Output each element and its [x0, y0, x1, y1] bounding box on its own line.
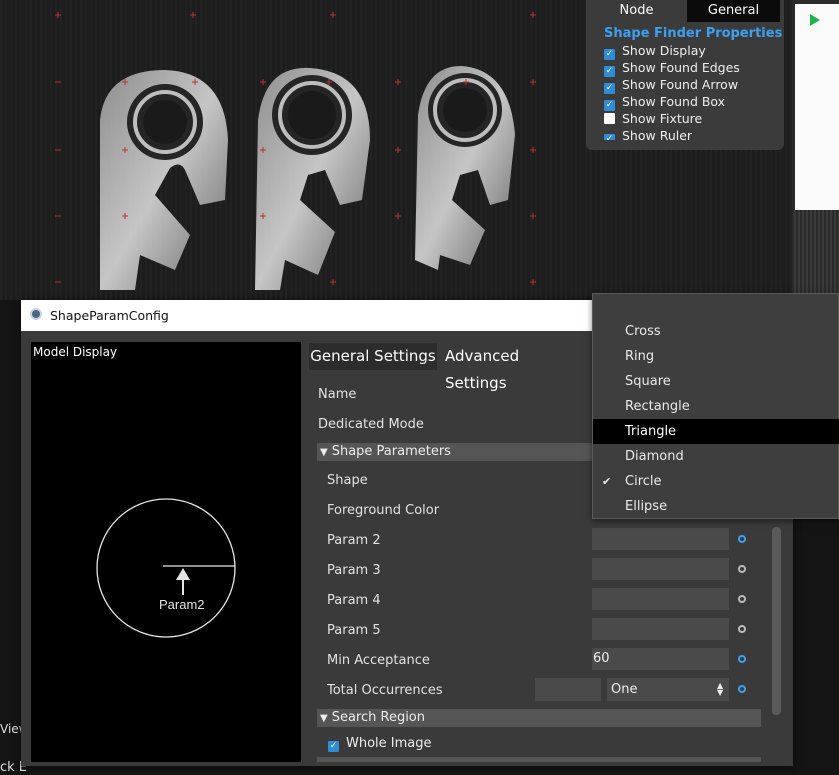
option-rectangle[interactable]: Rectangle: [593, 394, 839, 419]
option-circle[interactable]: ✔ Circle: [593, 469, 839, 494]
properties-title: Shape Finder Properties: [604, 26, 783, 41]
option-ring[interactable]: Ring: [593, 344, 839, 369]
param4-input[interactable]: [592, 588, 729, 610]
total-occurrences-label: Total Occurrences: [327, 683, 443, 698]
shape-label: Shape: [327, 473, 368, 488]
next-section-edge: [317, 757, 761, 762]
checkbox-checked-icon[interactable]: ✓: [604, 134, 615, 140]
checkbox-checked-icon[interactable]: ✓: [604, 100, 615, 111]
param4-radio[interactable]: [738, 595, 746, 603]
model-display-label: Model Display: [33, 345, 118, 359]
min-acceptance-radio[interactable]: [738, 655, 746, 663]
model-circle: [96, 498, 236, 638]
param5-input[interactable]: [592, 618, 729, 640]
show-found-edges-option[interactable]: ✓ Show Found Edges: [604, 60, 740, 77]
option-label: Show Fixture: [622, 111, 703, 126]
option-cross[interactable]: Cross: [593, 319, 839, 344]
min-acceptance-label: Min Acceptance: [327, 653, 430, 668]
foreground-color-label: Foreground Color: [327, 503, 440, 518]
tab-general-settings[interactable]: General Settings: [309, 343, 437, 370]
total-occurrences-radio[interactable]: [738, 685, 746, 693]
option-triangle[interactable]: Triangle: [593, 419, 839, 444]
param4-label: Param 4: [327, 593, 381, 608]
param5-label: Param 5: [327, 623, 381, 638]
option-label: Rectangle: [625, 399, 690, 414]
option-label: Show Found Arrow: [622, 77, 739, 92]
search-region-section[interactable]: ▼ Search Region: [317, 709, 761, 727]
dialog-title: ShapeParamConfig: [50, 308, 169, 323]
section-label: Shape Parameters: [331, 444, 451, 459]
checkmark-icon: ✔: [602, 475, 612, 488]
param2-radio[interactable]: [738, 535, 746, 543]
option-label: Ellipse: [625, 499, 668, 514]
whole-image-option[interactable]: ✓ Whole Image: [328, 736, 432, 752]
dedicated-mode-label: Dedicated Mode: [318, 417, 424, 432]
option-ellipse[interactable]: Ellipse: [593, 494, 839, 519]
total-occurrences-input[interactable]: [535, 678, 601, 701]
tab-general[interactable]: General: [687, 0, 780, 22]
app-icon: [30, 308, 42, 320]
option-label: Triangle: [625, 424, 677, 439]
model-preview: Param2: [96, 498, 236, 638]
part-3: [415, 65, 515, 270]
option-label: Diamond: [625, 449, 684, 464]
option-label: Cross: [625, 324, 661, 339]
min-acceptance-input[interactable]: 60: [592, 648, 729, 670]
expand-triangle-icon: ▼: [320, 713, 328, 724]
tab-advanced-settings[interactable]: Advanced Settings: [445, 343, 580, 392]
whole-image-label: Whole Image: [346, 736, 432, 751]
side-image-strip: [792, 210, 839, 300]
option-label: Show Display: [622, 43, 706, 58]
checkbox-checked-icon[interactable]: ✓: [604, 49, 615, 60]
option-label: Show Found Box: [622, 94, 726, 109]
option-label: Show Ruler: [622, 128, 693, 140]
total-occurrences-select[interactable]: One: [607, 678, 729, 701]
checkbox-unchecked-icon[interactable]: [604, 113, 615, 124]
show-found-arrow-option[interactable]: ✓ Show Found Arrow: [604, 77, 739, 94]
show-fixture-option[interactable]: Show Fixture: [604, 111, 702, 127]
option-square[interactable]: Square: [593, 369, 839, 394]
option-label: Ring: [625, 349, 655, 364]
option-label: Show Found Edges: [622, 60, 740, 75]
param2-label: Param2: [159, 597, 205, 612]
show-ruler-option[interactable]: ✓ Show Ruler: [604, 128, 692, 140]
option-label: Square: [625, 374, 671, 389]
param2-label: Param 2: [327, 533, 381, 548]
param2-input[interactable]: [592, 528, 729, 550]
name-label: Name: [318, 387, 357, 402]
checkbox-checked-icon[interactable]: ✓: [604, 83, 615, 94]
part-1: [100, 70, 228, 290]
option-diamond[interactable]: Diamond: [593, 444, 839, 469]
param3-radio[interactable]: [738, 565, 746, 573]
option-label: Circle: [625, 474, 662, 489]
expand-triangle-icon: ▼: [320, 447, 328, 458]
part-2: [255, 67, 370, 291]
section-label: Search Region: [331, 710, 426, 725]
play-icon[interactable]: [810, 14, 820, 26]
show-display-option[interactable]: ✓ Show Display: [604, 43, 706, 60]
param3-label: Param 3: [327, 563, 381, 578]
checkbox-checked-icon[interactable]: ✓: [328, 741, 339, 752]
select-arrows-icon: ▲ ▼: [717, 681, 724, 697]
param3-input[interactable]: [592, 558, 729, 580]
param-arrow-head: [176, 568, 190, 580]
param5-radio[interactable]: [738, 625, 746, 633]
checkbox-checked-icon[interactable]: ✓: [604, 66, 615, 77]
scrollbar[interactable]: [772, 527, 781, 715]
show-found-box-option[interactable]: ✓ Show Found Box: [604, 94, 726, 111]
tab-node[interactable]: Node: [586, 0, 687, 22]
